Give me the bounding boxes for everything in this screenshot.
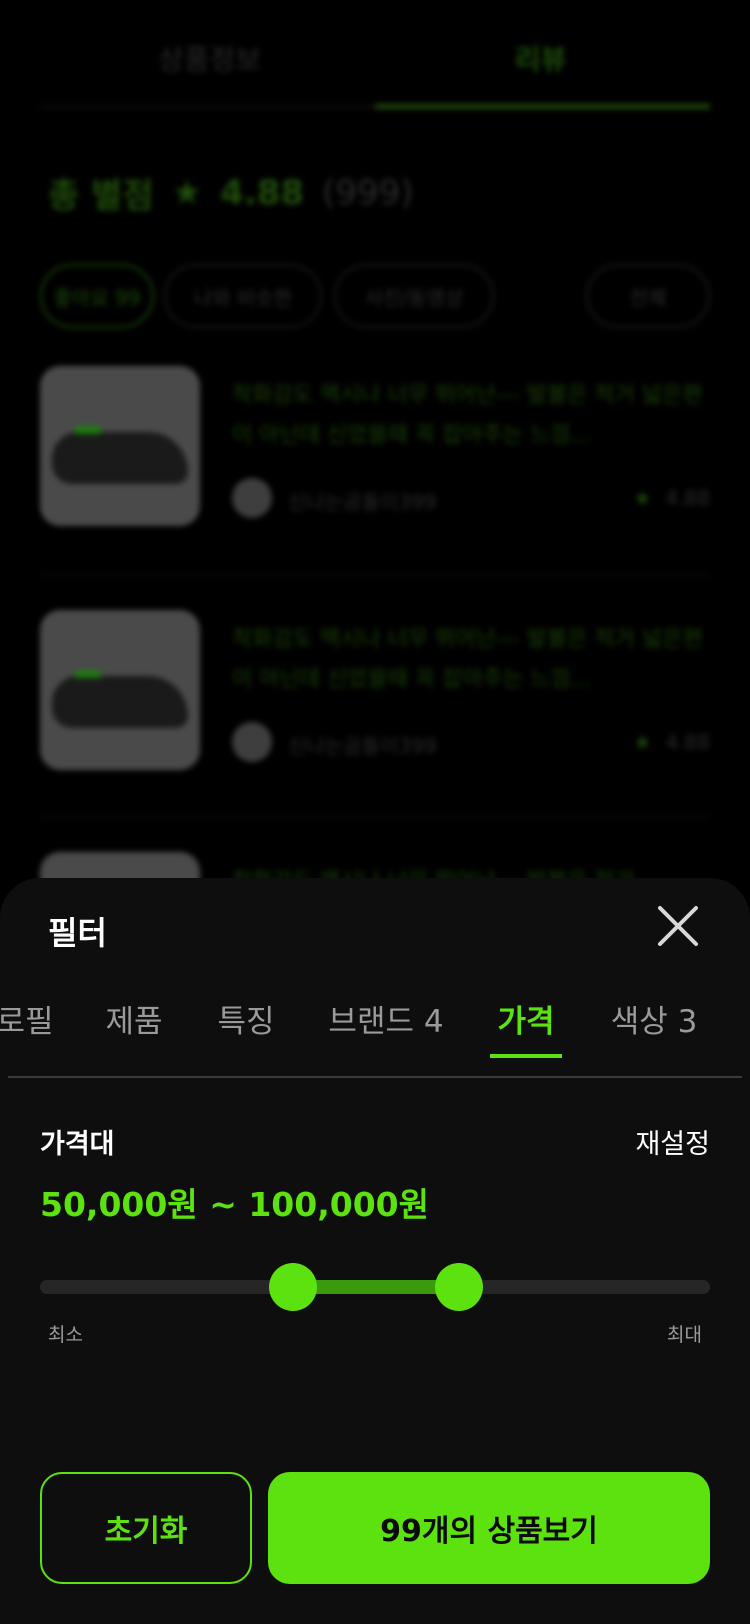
bg-review-item: 착화감도 맥시나 너무 뛰어난--- 발볼은 적거 넓은편이 아닌데 신었을때 … (40, 366, 710, 536)
tab-profile[interactable]: 로필 (0, 978, 58, 1058)
star-icon: ★ (633, 486, 652, 510)
price-range-label: 가격대 (40, 1129, 115, 1160)
bg-review-meta: 신나는곰돌이399 ★ 4.88 (232, 722, 710, 762)
tab-brand[interactable]: 브랜드 4 (326, 978, 446, 1058)
bg-rating-label: 총 별점 (48, 176, 154, 216)
bg-rating-value: 4.88 (220, 172, 305, 213)
bg-chip-all: 전체 (586, 264, 710, 328)
bg-review-text: 착화감도 맥시나 너무 뛰어난--- 발볼은 적거 넓은편이 아닌데 신었을때 … (232, 383, 703, 448)
shoe-image (52, 676, 188, 728)
price-range-value: 50,000원 ~ 100,000원 (40, 1185, 429, 1224)
star-icon: ★ (171, 172, 203, 213)
bg-review-item: 착화감도 맥시나 너무 뛰어난--- 발볼은 적거 넓은편이 아닌데 신었을때 … (40, 610, 710, 780)
bg-chip-similar: 나와 비슷한 (164, 264, 322, 328)
bg-divider (40, 574, 710, 576)
price-reset-link[interactable]: 재설정 (635, 1122, 710, 1161)
shoe-image (52, 432, 188, 484)
bg-review-thumbnail (40, 366, 200, 526)
show-products-button[interactable]: 99개의 상품보기 (268, 1472, 710, 1584)
tab-features[interactable]: 특징 (212, 978, 280, 1058)
bg-divider (40, 816, 710, 818)
avatar (232, 478, 272, 518)
bg-review-meta: 신나는곰돌이399 ★ 4.88 (232, 478, 710, 518)
tab-price[interactable]: 가격 (490, 978, 562, 1058)
bg-filter-chips: 좋아요 99 나와 비슷한 사진/동영상 전체 (40, 264, 710, 328)
slider-max-handle[interactable] (435, 1263, 484, 1311)
bg-tab-reviews: 리뷰 (515, 43, 567, 76)
filter-tab-bar: 로필 제품 특징 브랜드 4 가격 색상 3 (0, 978, 750, 1058)
tab-divider (8, 1076, 742, 1078)
price-range-slider[interactable] (40, 1258, 710, 1318)
bg-review-rating: ★ 4.88 (634, 730, 710, 754)
bg-rating-summary: 총 별점 ★ 4.88 (999) (48, 168, 414, 217)
close-button[interactable] (652, 900, 704, 952)
filter-sheet: 필터 로필 제품 특징 브랜드 4 가격 색상 3 가격대 재설정 50,000… (0, 878, 750, 1624)
slider-min-handle[interactable] (269, 1263, 318, 1311)
bg-review-user: 신나는곰돌이399 (288, 490, 437, 514)
bg-review-user: 신나는곰돌이399 (288, 734, 437, 758)
tab-product[interactable]: 제품 (100, 978, 168, 1058)
slider-min-label: 최소 (48, 1324, 83, 1346)
tab-active-indicator (490, 1054, 562, 1058)
bg-review-rating: ★ 4.88 (634, 486, 710, 510)
close-icon (658, 906, 698, 946)
star-icon: ★ (633, 730, 652, 754)
slider-max-label: 최대 (667, 1324, 702, 1346)
reset-button[interactable]: 초기화 (40, 1472, 252, 1584)
bg-chip-likes: 좋아요 99 (40, 264, 154, 328)
bg-review-rating-value: 4.88 (665, 486, 710, 510)
bg-tab-bar: 상품정보 리뷰 (40, 0, 710, 110)
bg-review-text: 착화감도 맥시나 너무 뛰어난--- 발볼은 적거 넓은편이 아닌데 신었을때 … (232, 627, 703, 692)
avatar (232, 722, 272, 762)
bg-tab-product-info: 상품정보 (158, 43, 262, 76)
sheet-title: 필터 (48, 914, 107, 952)
bg-rating-count: (999) (322, 172, 414, 213)
bg-chip-photo-video: 사진/동영상 (334, 264, 494, 328)
shoe-image-accent (74, 426, 102, 434)
bg-review-rating-value: 4.88 (665, 730, 710, 754)
bg-review-thumbnail (40, 610, 200, 770)
bg-tab-active-indicator (375, 104, 710, 109)
tab-color[interactable]: 색상 3 (606, 978, 702, 1058)
shoe-image-accent (74, 670, 102, 678)
